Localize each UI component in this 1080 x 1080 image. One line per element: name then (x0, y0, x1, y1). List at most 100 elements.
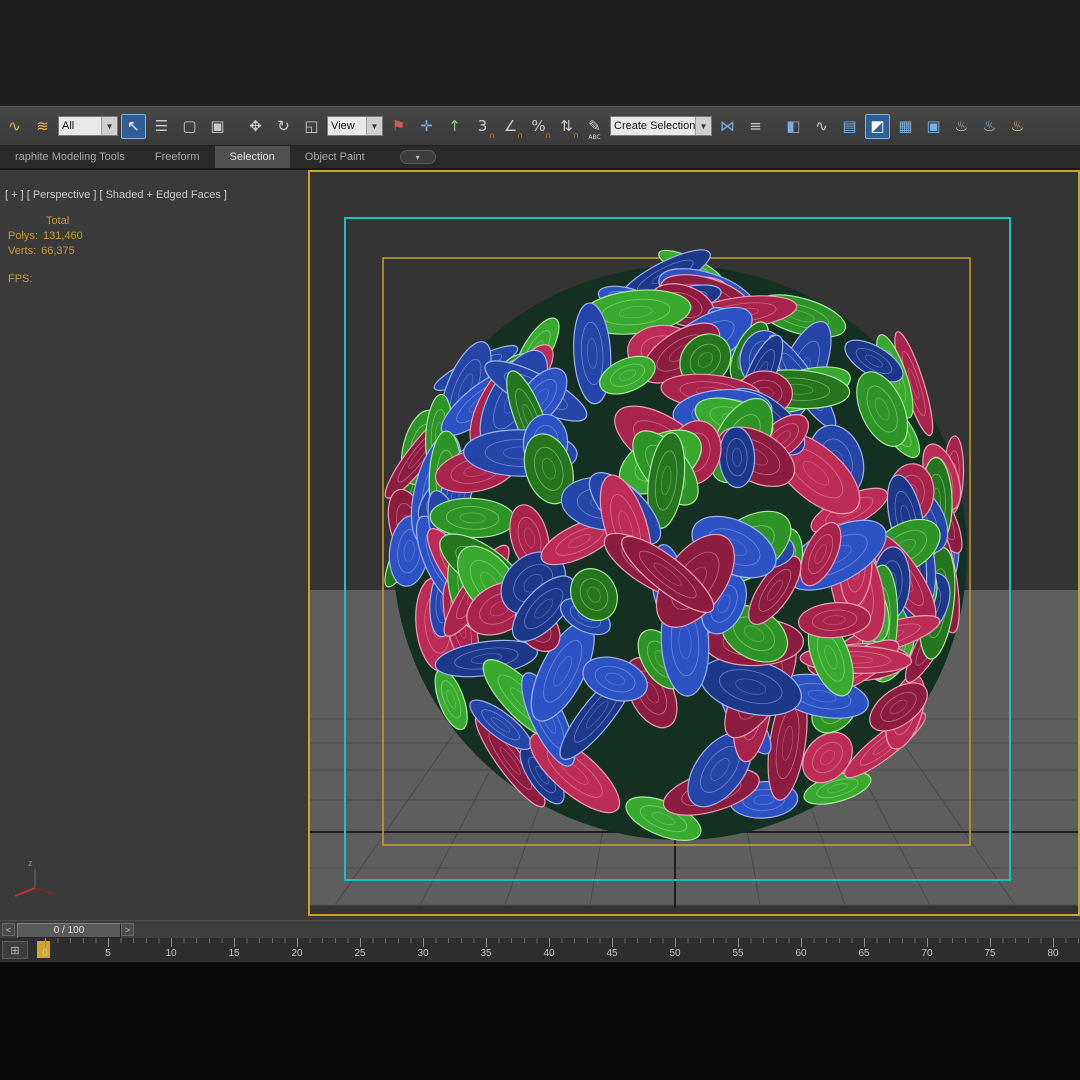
render-production-icon[interactable]: ♨ (949, 114, 974, 139)
time-slider-bar: < 0 / 100 > (0, 920, 1080, 938)
mirror-icon[interactable]: ⋈ (715, 114, 740, 139)
ruler-tick-label: 75 (984, 948, 996, 959)
bind-to-space-warp-icon[interactable]: ≋ (30, 114, 55, 139)
stats-polys-row: Polys: 131,460 (8, 229, 83, 244)
select-and-scale-icon[interactable]: ◱ (299, 114, 324, 139)
snaps-toggle-icon[interactable]: 3 ∩ (470, 114, 495, 140)
status-bar-area (0, 963, 1080, 1080)
next-frame-button[interactable]: > (121, 923, 134, 936)
curve-editor-icon: ∿ (815, 117, 828, 135)
timeline-config-button[interactable]: ⊞ (2, 941, 28, 959)
chevron-down-icon: ▾ (415, 152, 420, 162)
rendered-frame-window-icon: ▣ (926, 117, 941, 135)
keyboard-override-icon: ✎ (588, 117, 601, 135)
align-icon[interactable]: ≡ (743, 114, 768, 139)
ruler-tick-label: 20 (291, 948, 303, 959)
select-and-link-icon[interactable]: ∿ (2, 114, 27, 139)
ribbon-overflow-button[interactable]: ▾ (399, 150, 436, 164)
named-selection-sets-dropdown[interactable]: Create Selection Se▼ (610, 116, 712, 136)
magnet-icon: ∩ (573, 130, 579, 140)
use-pivot-point-center-icon: ⚑ (391, 117, 406, 135)
angle-snap-icon: ∠ (503, 117, 518, 135)
world-axis-tripod-icon: z (14, 858, 54, 897)
render-iterative-icon[interactable]: ♨ (977, 114, 1002, 139)
ruler-tick-label: 80 (1047, 948, 1059, 959)
ruler-tick-label: 35 (480, 948, 492, 959)
curve-editor-icon[interactable]: ∿ (809, 114, 834, 139)
ruler-tick-label: 10 (165, 948, 177, 959)
ruler-tick-label: 0 (42, 948, 48, 959)
spinner-snap-icon[interactable]: ⇅ ∩ (554, 114, 579, 140)
ruler-tick-label: 15 (228, 948, 240, 959)
select-and-manipulate-icon: ✛ (420, 117, 433, 135)
magnet-icon: ∩ (545, 130, 551, 140)
material-editor-icon[interactable]: ◩ (865, 113, 890, 139)
ruler-tick-label: 60 (795, 948, 807, 959)
time-slider[interactable]: 0 / 100 (17, 923, 121, 938)
window-crossing-toggle-icon: ▣ (210, 117, 225, 135)
viewport-label[interactable]: [ + ] [ Perspective ] [ Shaded + Edged F… (5, 189, 227, 201)
render-setup-icon[interactable]: ▦ (893, 114, 918, 139)
ruler-tick-label: 45 (606, 948, 618, 959)
ruler-tick-label: 40 (543, 948, 555, 959)
ruler-tick-label: 5 (105, 948, 111, 959)
ruler-major-ticks (45, 938, 1080, 947)
ruler-tick-label: 65 (858, 948, 870, 959)
select-by-name-icon: ☰ (154, 117, 169, 135)
magnet-icon: ∩ (517, 130, 523, 140)
ruler-tick-label: 30 (417, 948, 429, 959)
perspective-viewport[interactable] (308, 170, 1080, 916)
ruler-tick-label: 50 (669, 948, 681, 959)
schematic-view-icon[interactable]: ▤ (837, 114, 862, 139)
reference-coordinate-system-dropdown-value: View (331, 120, 355, 132)
stats-verts-label: Verts: (8, 245, 37, 257)
rectangular-selection-region-icon: ▢ (182, 117, 197, 135)
previous-frame-button[interactable]: < (2, 923, 15, 936)
render-production-icon: ♨ (954, 117, 969, 135)
select-and-link-icon: ∿ (8, 117, 21, 135)
reference-coordinate-system-dropdown[interactable]: View ▼ (327, 116, 383, 136)
stats-verts-value: 66,375 (41, 245, 75, 257)
toolbar-separator (233, 113, 240, 139)
toggle-scene-explorer-icon[interactable]: ◧ (781, 114, 806, 139)
ribbon-tab-raphite-modeling-tools[interactable]: raphite Modeling Tools (0, 146, 140, 168)
stats-polys-value: 131,460 (42, 230, 83, 242)
ribbon-tab-selection[interactable]: Selection (214, 146, 290, 168)
ribbon-tab-freeform[interactable]: Freeform (140, 146, 215, 168)
percent-snap-icon: % (531, 117, 546, 135)
angle-snap-icon[interactable]: ∠ ∩ (498, 114, 523, 140)
keyboard-override-icon[interactable]: ✎ ABC (582, 114, 607, 141)
window-crossing-toggle-icon[interactable]: ▣ (205, 114, 230, 139)
select-by-name-icon[interactable]: ☰ (149, 114, 174, 139)
selection-filter-dropdown-value: All (62, 120, 75, 132)
rendered-frame-window-icon[interactable]: ▣ (921, 114, 946, 139)
percent-snap-icon[interactable]: % ∩ (526, 114, 551, 140)
ribbon-tab-object-paint[interactable]: Object Paint (290, 146, 380, 168)
isolate-selection-icon: ↑ (448, 117, 461, 135)
dropdown-arrow-icon[interactable]: ▼ (695, 117, 711, 135)
keyboard-override-icon-sublabel: ABC (588, 133, 601, 141)
select-and-scale-icon: ◱ (304, 117, 319, 135)
grid-icon: ⊞ (10, 944, 20, 957)
stats-fps-label: FPS: (8, 273, 33, 285)
select-and-rotate-icon[interactable]: ↻ (271, 114, 296, 139)
align-icon: ≡ (749, 117, 762, 135)
dropdown-arrow-icon[interactable]: ▼ (101, 117, 117, 135)
isolate-selection-icon[interactable]: ↑ (442, 114, 467, 139)
ruler-tick-label: 55 (732, 948, 744, 959)
dropdown-arrow-icon[interactable]: ▼ (366, 117, 382, 135)
render-iterative-icon: ♨ (982, 117, 997, 135)
rectangular-selection-region-icon[interactable]: ▢ (177, 114, 202, 139)
selection-filter-dropdown[interactable]: All ▼ (58, 116, 118, 136)
select-and-manipulate-icon[interactable]: ✛ (414, 114, 439, 139)
use-pivot-point-center-icon[interactable]: ⚑ (386, 114, 411, 139)
timeline-ruler[interactable]: ⊞ 0 5 10 15 20 25 30 35 40 45 50 55 60 65 70 75 80 (0, 938, 1080, 963)
render-last-icon[interactable]: ♨ (1005, 114, 1030, 139)
render-last-icon: ♨ (1010, 117, 1025, 135)
mirror-icon: ⋈ (720, 117, 735, 135)
select-object-icon[interactable]: ↖ (121, 113, 146, 139)
ruler-tick-label: 70 (921, 948, 933, 959)
render-setup-icon: ▦ (898, 117, 913, 135)
select-and-move-icon[interactable]: ✥ (243, 114, 268, 139)
schematic-view-icon: ▤ (842, 117, 857, 135)
